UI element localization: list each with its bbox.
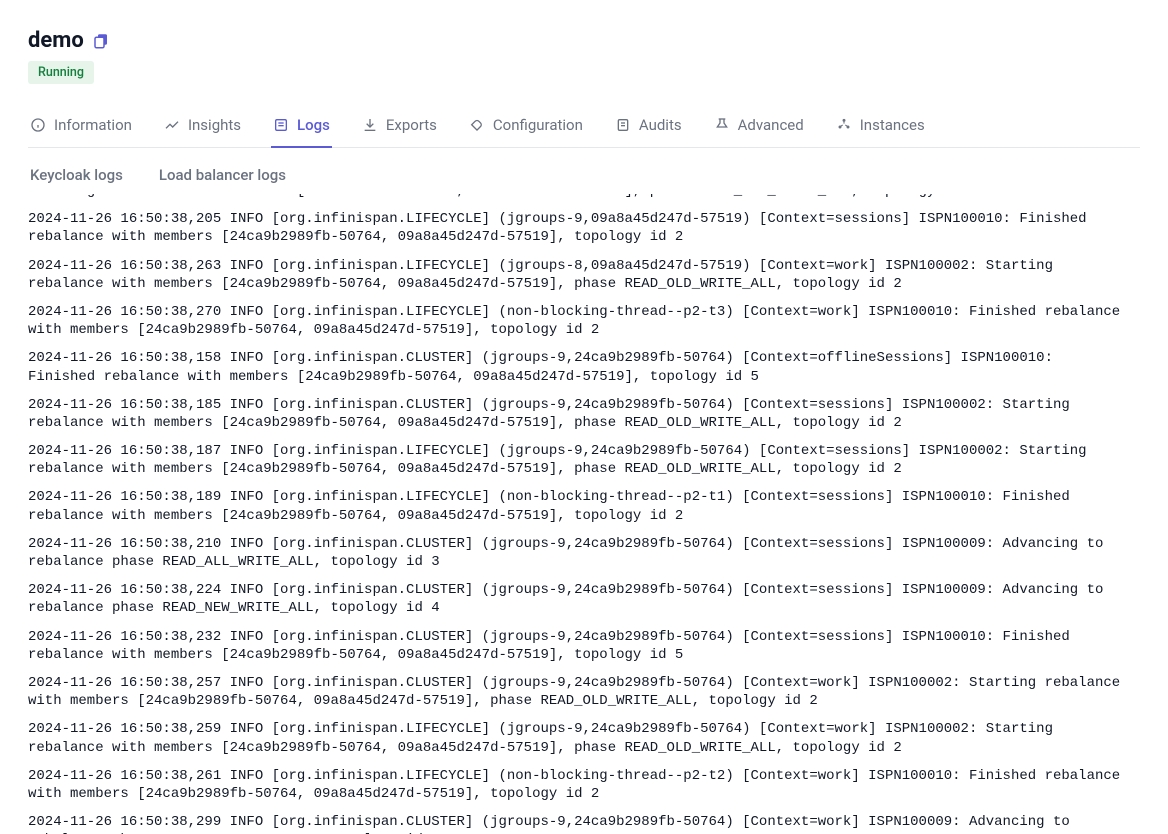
tab-information[interactable]: Information	[28, 106, 134, 148]
tab-label-audits: Audits	[639, 116, 682, 134]
tab-configuration[interactable]: Configuration	[467, 106, 585, 148]
log-subtabs: Keycloak logs Load balancer logs	[28, 166, 1140, 184]
status-badge: Running	[28, 61, 94, 84]
log-line: 2024-11-26 16:50:38,232 INFO [org.infini…	[28, 628, 1128, 664]
log-line: 2024-11-26 16:50:38,259 INFO [org.infini…	[28, 720, 1128, 756]
page-title: demo	[28, 28, 84, 53]
log-line: 2024-11-26 16:50:38,210 INFO [org.infini…	[28, 535, 1128, 571]
log-line: 2024-11-26 16:50:38,270 INFO [org.infini…	[28, 303, 1128, 339]
log-line: 2024-11-26 16:50:38,189 INFO [org.infini…	[28, 488, 1128, 524]
tab-label-exports: Exports	[386, 116, 437, 134]
tab-label-logs: Logs	[297, 116, 330, 134]
log-line: 2024-11-26 16:50:38,257 INFO [org.infini…	[28, 674, 1128, 710]
log-line: 2024-11-26 16:50:38,205 INFO [org.infini…	[28, 210, 1128, 246]
copy-icon[interactable]	[92, 32, 110, 50]
tab-audits[interactable]: Audits	[613, 106, 684, 148]
tab-label-advanced: Advanced	[738, 116, 804, 134]
tab-label-instances: Instances	[860, 116, 925, 134]
log-line: 2024-11-26 16:50:38,261 INFO [org.infini…	[28, 767, 1128, 803]
log-line: 2024-11-26 16:50:38,299 INFO [org.infini…	[28, 813, 1128, 834]
tab-advanced[interactable]: Advanced	[712, 106, 806, 148]
log-line: 2024-11-26 16:50:38,185 INFO [org.infini…	[28, 396, 1128, 432]
log-line: 2024-11-26 16:50:38,263 INFO [org.infini…	[28, 257, 1128, 293]
subtab-keycloak-logs[interactable]: Keycloak logs	[30, 166, 123, 184]
main-tabs: Information Insights Logs Exports Config…	[28, 106, 1140, 148]
log-line: 2024-11-26 16:50:38,224 INFO [org.infini…	[28, 581, 1128, 617]
tab-instances[interactable]: Instances	[834, 106, 927, 148]
log-line: 2024-11-26 16:50:38,187 INFO [org.infini…	[28, 442, 1128, 478]
tab-exports[interactable]: Exports	[360, 106, 439, 148]
tab-insights[interactable]: Insights	[162, 106, 243, 148]
log-output[interactable]: Starting rebalance with members [24ca9b2…	[28, 194, 1140, 834]
tab-label-configuration: Configuration	[493, 116, 583, 134]
tab-logs[interactable]: Logs	[271, 106, 332, 148]
log-line: 2024-11-26 16:50:38,158 INFO [org.infini…	[28, 349, 1128, 385]
tab-label-insights: Insights	[188, 116, 241, 134]
subtab-load-balancer-logs[interactable]: Load balancer logs	[159, 166, 286, 184]
log-line: Starting rebalance with members [24ca9b2…	[28, 194, 1128, 200]
tab-label-information: Information	[54, 116, 132, 134]
